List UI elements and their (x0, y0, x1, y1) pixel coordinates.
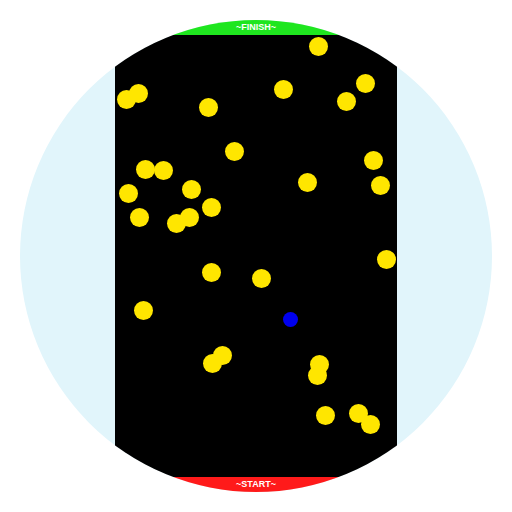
start-label: ~START~ (236, 480, 276, 489)
obstacle-dot (130, 208, 149, 227)
obstacle-dot (298, 173, 317, 192)
obstacle-dot (337, 92, 356, 111)
game-board: ~FINISH~ ~START~ (115, 20, 397, 492)
obstacle-dot (117, 90, 136, 109)
obstacle-dot (134, 301, 153, 320)
obstacle-dot (308, 366, 327, 385)
obstacle-dot (316, 406, 335, 425)
obstacle-dot (199, 98, 218, 117)
icon-circle: ~FINISH~ ~START~ (20, 20, 492, 492)
obstacle-dot (167, 214, 186, 233)
obstacle-dot (371, 176, 390, 195)
app-icon-page: ~FINISH~ ~START~ (0, 0, 512, 512)
obstacle-dot (364, 151, 383, 170)
player-dot[interactable] (283, 312, 298, 327)
finish-label: ~FINISH~ (236, 23, 276, 32)
start-bar: ~START~ (115, 477, 397, 492)
obstacle-dot (119, 184, 138, 203)
obstacle-dot (274, 80, 293, 99)
play-area[interactable] (115, 35, 397, 477)
obstacle-dot (154, 161, 173, 180)
obstacle-dot (361, 415, 380, 434)
finish-bar: ~FINISH~ (115, 20, 397, 35)
obstacle-dot (225, 142, 244, 161)
obstacle-dot (202, 263, 221, 282)
obstacle-dot (356, 74, 375, 93)
obstacle-dot (136, 160, 155, 179)
obstacle-dot (309, 37, 328, 56)
obstacle-dot (203, 354, 222, 373)
obstacle-dot (182, 180, 201, 199)
obstacle-dot (202, 198, 221, 217)
obstacle-dot (252, 269, 271, 288)
obstacle-dot (377, 250, 396, 269)
